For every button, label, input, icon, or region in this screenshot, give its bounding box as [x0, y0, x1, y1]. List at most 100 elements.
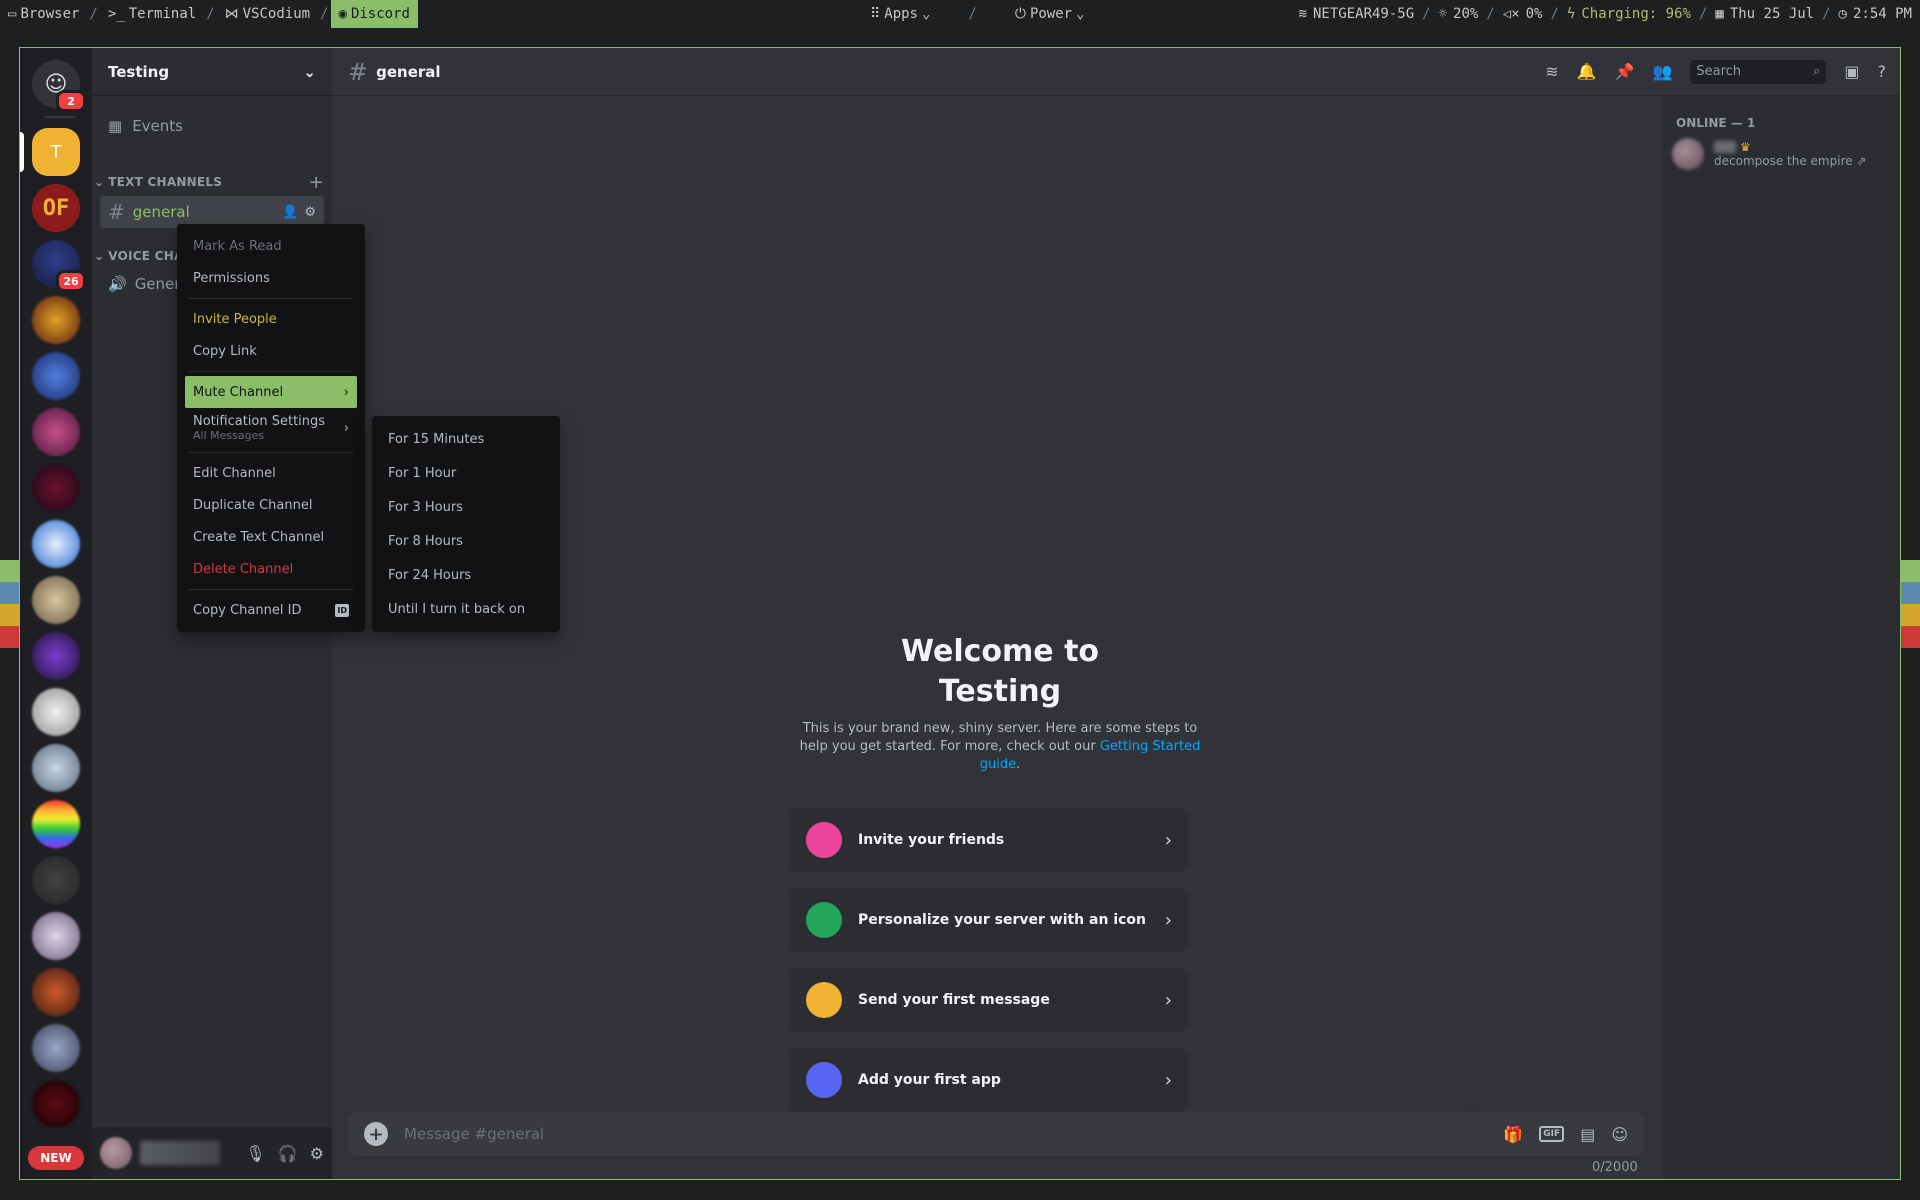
time-text[interactable]: 2:54 PM: [1853, 6, 1912, 22]
pin-icon[interactable]: 📌: [1615, 62, 1635, 81]
welcome-period: .: [1016, 757, 1021, 772]
menu-copy-channel-id[interactable]: Copy Channel ID ID: [185, 594, 357, 626]
mute-8-hours[interactable]: For 8 Hours: [380, 524, 552, 558]
brightness-value[interactable]: 20%: [1453, 6, 1478, 22]
menu-copy-link[interactable]: Copy Link: [185, 335, 357, 367]
workspace-vscodium[interactable]: ⋈ VSCodium: [217, 0, 318, 28]
gift-icon[interactable]: 🎁: [1503, 1125, 1523, 1144]
power-label: Power: [1029, 6, 1073, 22]
server-icon-12[interactable]: [32, 744, 80, 792]
mute-icon: ◁×: [1502, 6, 1520, 22]
emoji-icon[interactable]: ☺: [1611, 1125, 1628, 1144]
server-icon-13[interactable]: [32, 800, 80, 848]
calendar-icon: ▦: [108, 117, 123, 135]
sticker-icon[interactable]: ▤: [1580, 1125, 1595, 1144]
inbox-icon[interactable]: ▣: [1844, 62, 1859, 81]
apps-menu[interactable]: ⠿ Apps ⌄: [862, 0, 938, 28]
server-testing[interactable]: T: [32, 128, 80, 176]
channel-label: general: [132, 203, 190, 221]
workspace-label: Terminal: [128, 6, 197, 22]
server-icon-7[interactable]: [32, 464, 80, 512]
menu-label: Copy Channel ID: [193, 602, 302, 618]
server-of[interactable]: OF: [32, 184, 80, 232]
member-list-icon[interactable]: 👥: [1652, 62, 1672, 81]
separator: /: [206, 6, 215, 22]
menu-edit-channel[interactable]: Edit Channel: [185, 457, 357, 489]
add-app-card[interactable]: Add your first app ›: [790, 1048, 1188, 1112]
message-input[interactable]: [404, 1125, 1488, 1143]
server-initial: OF: [42, 195, 70, 221]
server-icon-11[interactable]: [32, 688, 80, 736]
first-message-card[interactable]: Send your first message ›: [790, 968, 1188, 1032]
menu-notification-settings[interactable]: Notification Settings All Messages ›: [185, 408, 357, 448]
menu-permissions[interactable]: Permissions: [185, 262, 357, 294]
category-label: TEXT CHANNELS: [108, 175, 223, 189]
network-name[interactable]: NETGEAR49-5G: [1313, 6, 1414, 22]
threads-icon[interactable]: ≋: [1545, 62, 1558, 81]
server-icon-3[interactable]: 26: [32, 240, 86, 292]
member-status: decompose the empire ⇗: [1714, 154, 1867, 168]
gear-icon[interactable]: ⚙: [304, 205, 316, 220]
category-text-channels[interactable]: ⌄ TEXT CHANNELS +: [94, 172, 324, 193]
server-icon-8[interactable]: [32, 520, 80, 568]
invite-icon[interactable]: 👤: [282, 205, 298, 220]
separator: /: [1698, 6, 1708, 22]
server-icon-16[interactable]: [32, 968, 80, 1016]
new-badge[interactable]: NEW: [28, 1146, 84, 1170]
menu-mute-channel[interactable]: Mute Channel ›: [185, 376, 357, 408]
menu-divider: [189, 371, 353, 372]
server-icon-9[interactable]: [32, 576, 80, 624]
chevron-right-icon: ›: [1164, 909, 1172, 931]
power-icon: ⏻: [1014, 6, 1026, 22]
mute-until-turned-on[interactable]: Until I turn it back on: [380, 592, 552, 626]
menu-delete-channel[interactable]: Delete Channel: [185, 553, 357, 585]
server-icon-6[interactable]: [32, 408, 80, 456]
server-icon-14[interactable]: [32, 856, 80, 904]
workspace-terminal[interactable]: >_ Terminal: [100, 0, 204, 28]
menu-invite-people[interactable]: Invite People: [185, 303, 357, 335]
gear-icon[interactable]: ⚙: [310, 1144, 324, 1163]
bell-icon[interactable]: 🔔: [1577, 62, 1597, 81]
add-channel-icon[interactable]: +: [309, 172, 324, 193]
events-button[interactable]: ▦ Events: [100, 110, 324, 142]
personalize-server-card[interactable]: Personalize your server with an icon ›: [790, 888, 1188, 952]
server-icon-18[interactable]: [32, 1080, 80, 1128]
mute-15-minutes[interactable]: For 15 Minutes: [380, 422, 552, 456]
search-input[interactable]: Search ⌕: [1690, 59, 1827, 84]
home-button[interactable]: ☺ 2: [32, 60, 86, 112]
mute-submenu: For 15 Minutes For 1 Hour For 3 Hours Fo…: [372, 416, 560, 632]
edge-strip-yellow: [1901, 604, 1920, 626]
menu-mark-as-read[interactable]: Mark As Read: [185, 230, 357, 262]
volume-value[interactable]: 0%: [1526, 6, 1543, 22]
mute-24-hours[interactable]: For 24 Hours: [380, 558, 552, 592]
avatar[interactable]: [100, 1137, 132, 1169]
server-icon-10[interactable]: [32, 632, 80, 680]
mention-badge: 2: [56, 90, 86, 112]
power-menu[interactable]: ⏻ Power ⌄: [1007, 0, 1093, 28]
workspace-discord[interactable]: ◉ Discord: [330, 0, 418, 28]
invite-friends-card[interactable]: Invite your friends ›: [790, 808, 1188, 872]
date-text[interactable]: Thu 25 Jul: [1730, 6, 1814, 22]
guild-header[interactable]: Testing ⌄: [92, 48, 332, 96]
edge-strip-blue-left: [0, 582, 19, 604]
mute-1-hour[interactable]: For 1 Hour: [380, 456, 552, 490]
help-icon[interactable]: ?: [1878, 62, 1887, 81]
chevron-down-icon: ⌄: [94, 175, 105, 189]
add-attachment-button[interactable]: +: [364, 1122, 388, 1146]
message-composer: + 🎁 GIF ▤ ☺: [348, 1112, 1644, 1156]
headphones-icon[interactable]: 🎧: [278, 1144, 298, 1163]
server-icon-5[interactable]: [32, 352, 80, 400]
gif-icon[interactable]: GIF: [1539, 1126, 1565, 1142]
server-icon-17[interactable]: [32, 1024, 80, 1072]
server-icon-15[interactable]: [32, 912, 80, 960]
workspace-browser[interactable]: ▭ Browser: [0, 0, 87, 28]
server-icon-4[interactable]: [32, 296, 80, 344]
username-blurred[interactable]: [140, 1141, 220, 1165]
mute-3-hours[interactable]: For 3 Hours: [380, 490, 552, 524]
member-item[interactable]: ♛ decompose the empire ⇗: [1672, 138, 1867, 170]
menu-create-text-channel[interactable]: Create Text Channel: [185, 521, 357, 553]
card-label: Add your first app: [858, 1072, 1001, 1088]
menu-duplicate-channel[interactable]: Duplicate Channel: [185, 489, 357, 521]
microphone-icon[interactable]: 🎙: [245, 1144, 265, 1163]
menu-label: Copy Link: [193, 343, 257, 359]
